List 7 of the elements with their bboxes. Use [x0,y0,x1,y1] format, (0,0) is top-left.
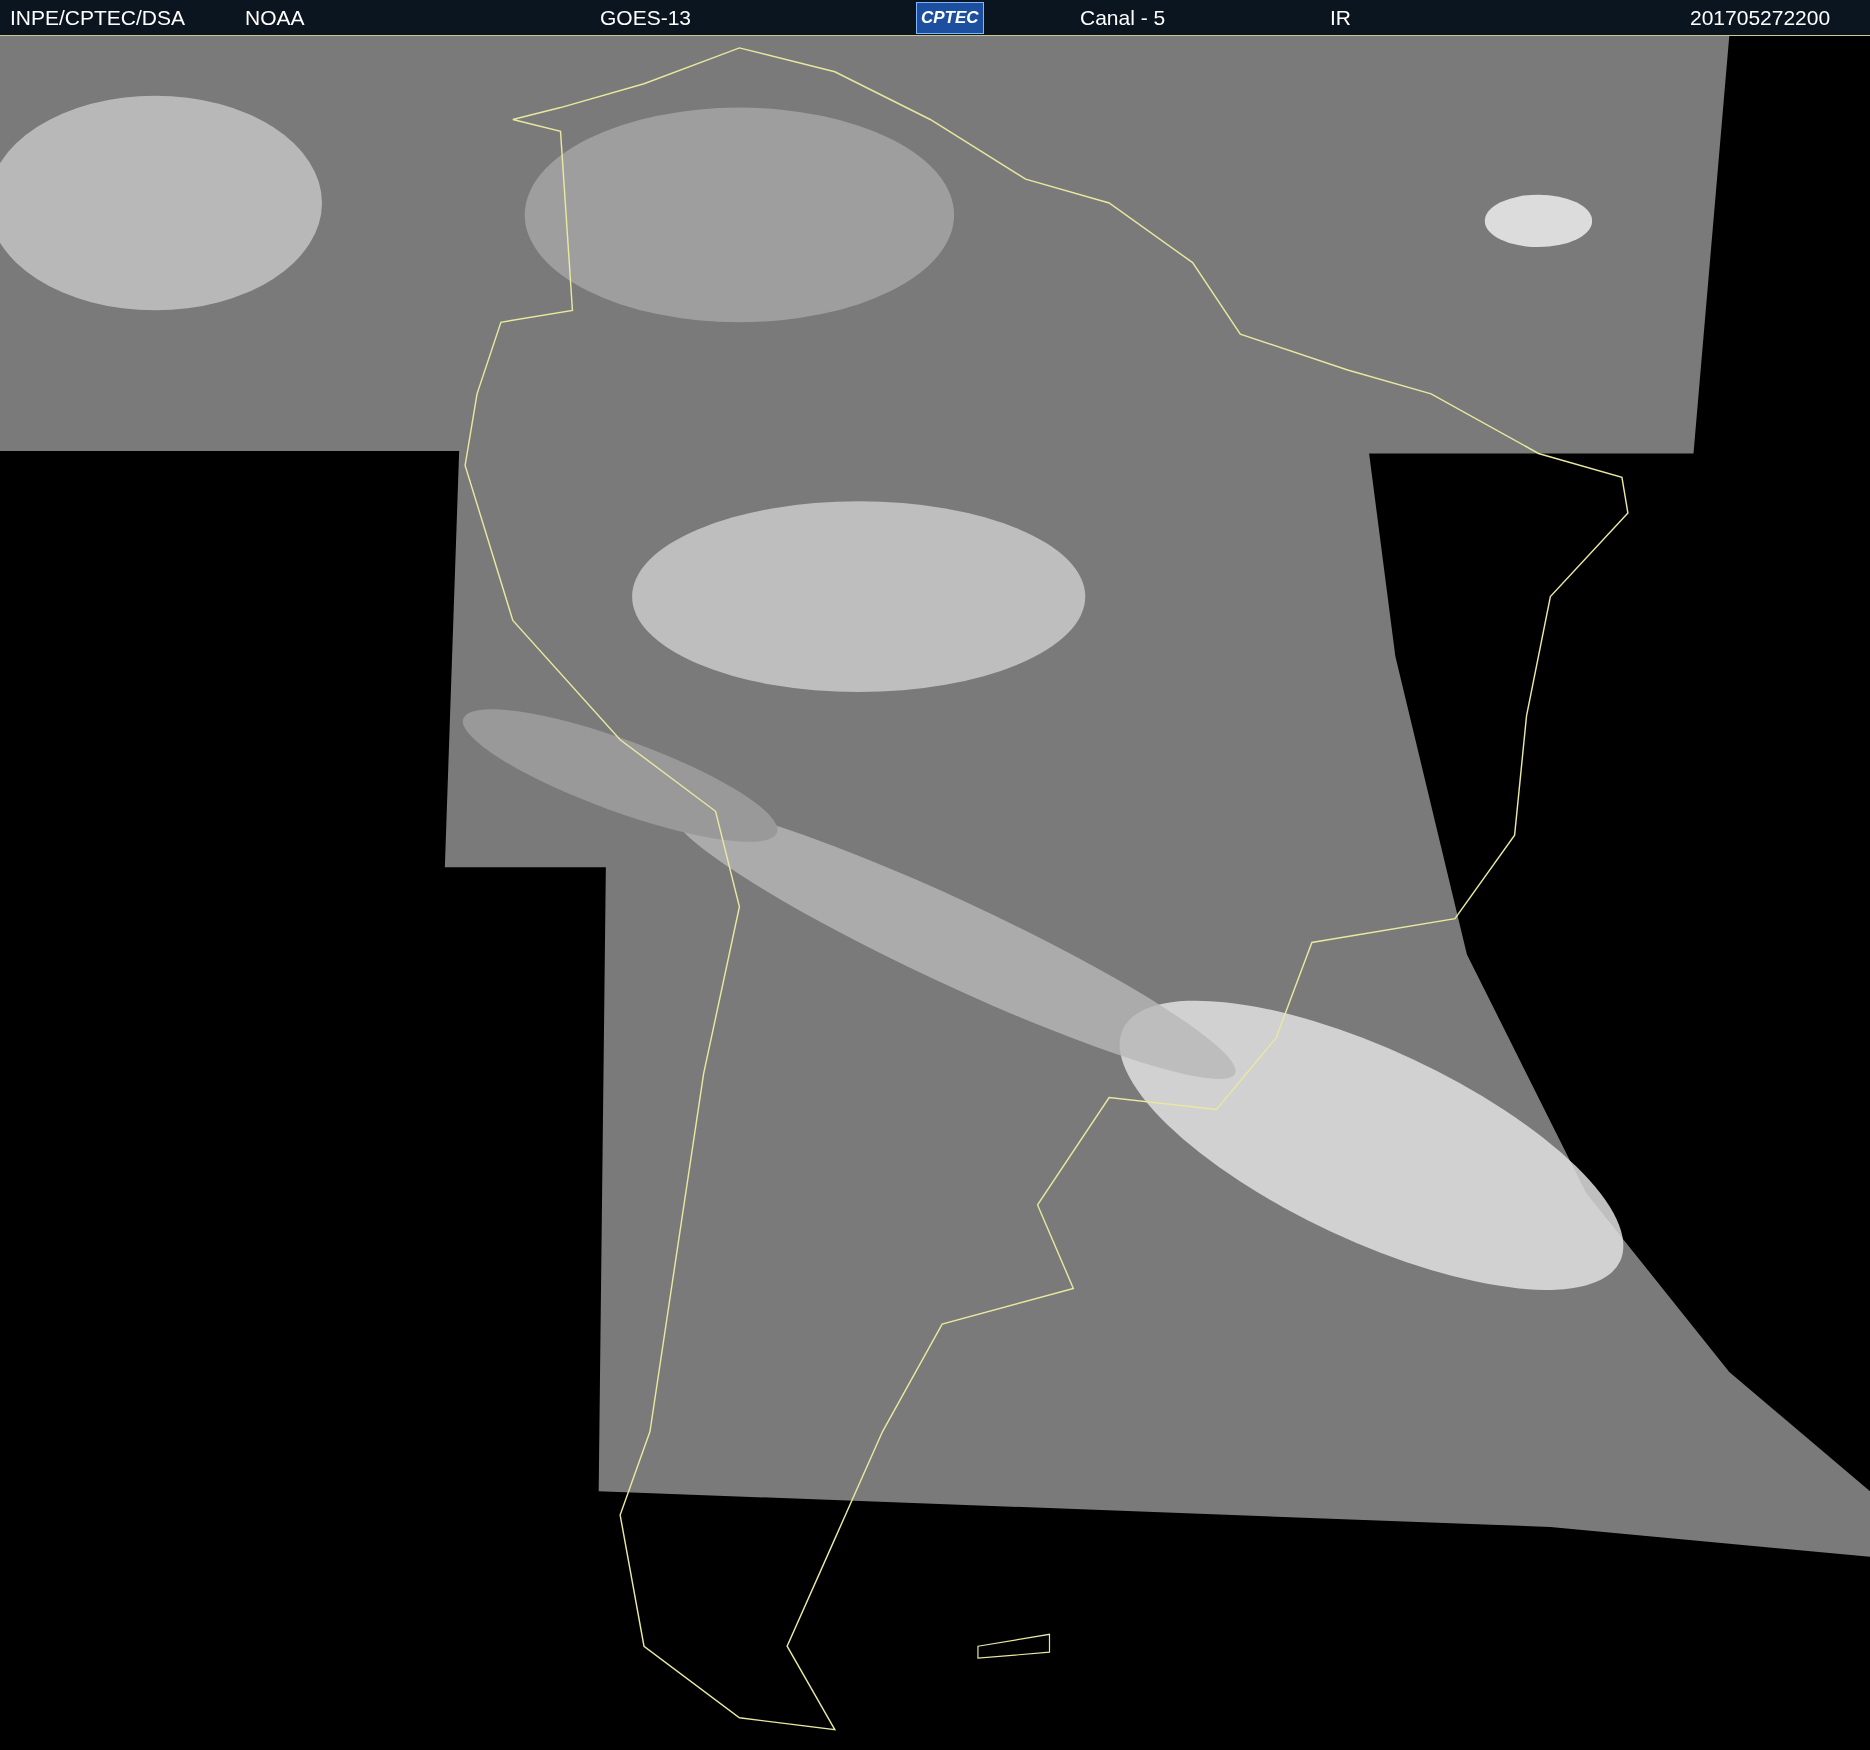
header-label: NOAA [245,4,305,31]
header-label: IR [1330,4,1351,31]
header-label: GOES-13 [600,4,692,31]
header-label: 201705272200 [1690,4,1831,31]
header-label: INPE/CPTEC/DSA [10,4,186,31]
cptec-logo: CPTEC [916,1,984,34]
header-label: Canal - 5 [1080,4,1166,31]
